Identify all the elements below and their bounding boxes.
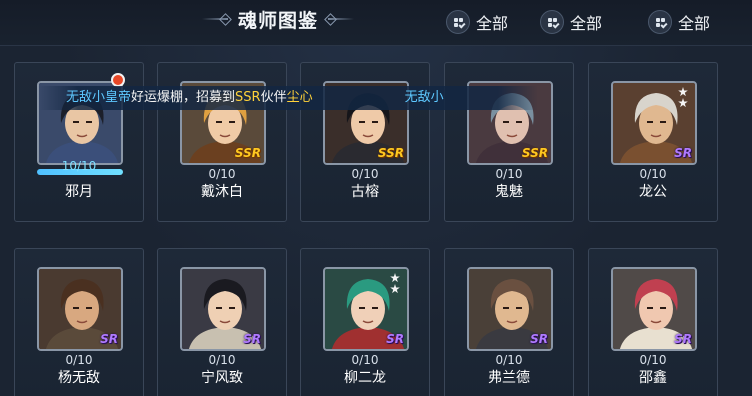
- broadcast-hero: 尘心: [286, 90, 313, 105]
- broadcast-rarity: SSR: [235, 90, 261, 105]
- rarity-badge: SR: [530, 332, 548, 346]
- hero-portrait: SR: [611, 81, 697, 165]
- rarity-badge: SR: [674, 332, 692, 346]
- filter-dropdown-3[interactable]: 全部: [648, 9, 710, 35]
- shard-count: 0/10: [495, 353, 523, 367]
- broadcast-user: 无敌小皇帝: [66, 90, 132, 105]
- hero-name: 龙公: [639, 184, 667, 200]
- filter-grid-icon: [540, 10, 564, 34]
- hero-portrait: SR: [37, 267, 123, 351]
- rarity-badge: SSR: [521, 146, 548, 160]
- hero-name: 弗兰德: [488, 370, 530, 386]
- hero-card[interactable]: SR 0/10 柳二龙: [300, 248, 430, 396]
- header-bar: 魂师图鉴 全部 全部 全部: [0, 0, 752, 46]
- hero-portrait: SR: [180, 267, 266, 351]
- shard-count: 0/10: [208, 353, 236, 367]
- title-ornament-left-icon: [201, 15, 228, 23]
- star-icon: [678, 98, 688, 108]
- filter-label: 全部: [678, 14, 711, 33]
- hero-card[interactable]: SR 0/10 弗兰德: [444, 248, 574, 396]
- filter-grid-icon: [648, 10, 672, 34]
- page-title: 魂师图鉴: [237, 9, 318, 32]
- title-ornament-right-icon: [328, 15, 354, 23]
- rarity-badge: SR: [386, 332, 404, 346]
- rarity-badge: SR: [100, 332, 118, 346]
- rarity-badge: SSR: [377, 146, 404, 160]
- shard-count: 0/10: [65, 353, 93, 367]
- new-notification-icon: [111, 73, 125, 87]
- shard-count: 0/10: [639, 167, 667, 181]
- filter-grid-icon: [446, 10, 470, 34]
- broadcast-marquee: 无敌小皇帝好运爆棚，招募到SSR伙伴尘心 无敌小: [38, 86, 538, 110]
- shard-count: 10/10: [61, 159, 97, 173]
- hero-name: 戴沐白: [201, 184, 243, 200]
- title-group: 魂师图鉴: [196, 4, 360, 34]
- hero-card[interactable]: SR 0/10 杨无敌: [14, 248, 144, 396]
- rarity-badge: SR: [674, 146, 692, 160]
- hero-name: 柳二龙: [344, 370, 386, 386]
- hero-name: 杨无敌: [58, 370, 100, 386]
- hero-card[interactable]: SR 0/10 宁风致: [157, 248, 287, 396]
- hero-card[interactable]: SR 0/10 龙公: [588, 62, 718, 222]
- shard-count: 0/10: [351, 167, 379, 181]
- shard-count: 0/10: [495, 167, 523, 181]
- hero-portrait: SR: [323, 267, 409, 351]
- shard-count: 0/10: [351, 353, 379, 367]
- star-rating: [387, 272, 403, 295]
- star-icon: [390, 284, 400, 294]
- hero-name: 邵鑫: [639, 370, 667, 386]
- broadcast-next-user: 无敌小: [404, 90, 444, 105]
- filter-dropdown-1[interactable]: 全部: [446, 9, 508, 35]
- filter-dropdown-2[interactable]: 全部: [540, 9, 602, 35]
- hero-portrait: SR: [611, 267, 697, 351]
- filter-label: 全部: [570, 14, 603, 33]
- shard-count: 0/10: [208, 167, 236, 181]
- hero-name: 鬼魅: [495, 184, 523, 200]
- rarity-badge: SSR: [234, 146, 261, 160]
- hero-portrait: SR: [467, 267, 553, 351]
- hero-name: 古榕: [351, 184, 379, 200]
- star-icon: [678, 87, 688, 97]
- rarity-badge: SR: [243, 332, 261, 346]
- filter-label: 全部: [476, 14, 509, 33]
- codex-screen: 魂师图鉴 全部 全部 全部 10/10 邪月 SSR 0/10 戴沐白 SSR 0/10 古榕…: [0, 0, 752, 396]
- broadcast-text: 伙伴: [260, 90, 287, 105]
- hero-name: 宁风致: [201, 370, 243, 386]
- broadcast-text: 好运爆棚，招募到: [131, 90, 236, 105]
- hero-card[interactable]: SR 0/10 邵鑫: [588, 248, 718, 396]
- hero-name: 邪月: [65, 184, 93, 200]
- star-icon: [390, 273, 400, 283]
- shard-count: 0/10: [639, 353, 667, 367]
- star-rating: [675, 86, 691, 109]
